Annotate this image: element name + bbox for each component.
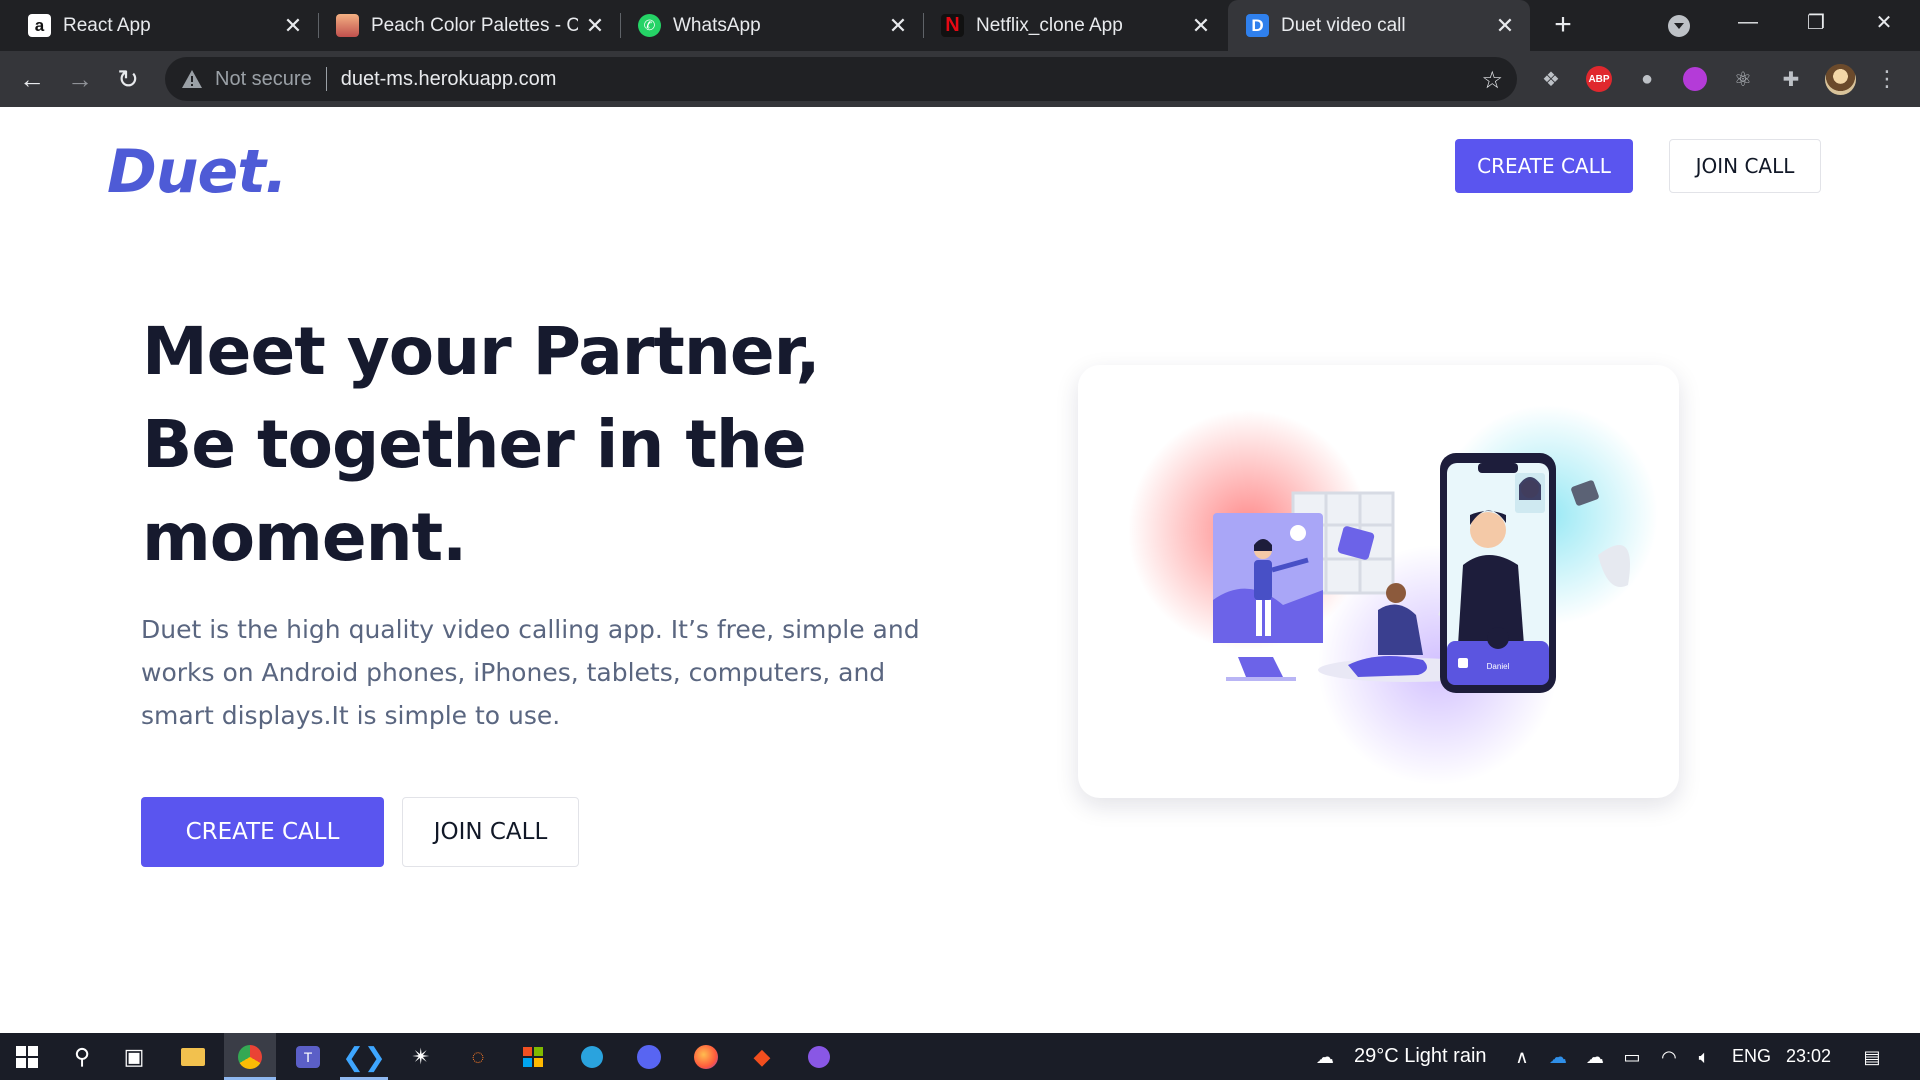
cloud-sync-icon[interactable]: ☁ — [1582, 1045, 1608, 1069]
minimize-icon[interactable]: — — [1714, 0, 1782, 44]
bookmark-star-icon[interactable]: ☆ — [1481, 66, 1503, 95]
tab-title: WhatsApp — [673, 14, 761, 36]
weather-text[interactable]: 29°C Light rain — [1354, 1033, 1487, 1080]
browser-tab-strip: a React App ✕ Peach Color Palettes - Col… — [0, 0, 1920, 51]
adblock-plus-icon[interactable]: ABP — [1586, 66, 1612, 92]
cloud-weather-icon[interactable]: ☁ — [1308, 1045, 1342, 1069]
microsoft-store-icon[interactable] — [517, 1041, 549, 1073]
hero-title: Meet your Partner, Be together in the mo… — [142, 305, 821, 584]
close-icon[interactable]: ✕ — [578, 13, 612, 39]
chevron-up-icon[interactable]: ∧ — [1509, 1045, 1535, 1069]
close-icon[interactable]: ✕ — [276, 13, 310, 39]
tab-netflix-clone[interactable]: N Netflix_clone App ✕ — [923, 0, 1226, 51]
onedrive-icon[interactable]: ☁ — [1545, 1045, 1571, 1069]
caller-name: Daniel — [1487, 662, 1510, 671]
tab-search-icon[interactable] — [1668, 15, 1690, 37]
netflix-icon: N — [941, 14, 964, 37]
search-icon[interactable]: ⚲ — [66, 1041, 98, 1073]
figma-icon[interactable]: ◆ — [746, 1041, 778, 1073]
duet-logo[interactable]: Duet. — [107, 137, 288, 207]
teams-icon[interactable]: T — [292, 1041, 324, 1073]
duet-d-icon: D — [1246, 14, 1269, 37]
palette-icon — [336, 14, 359, 37]
video-call-illustration-card: Daniel — [1078, 365, 1679, 798]
restore-icon[interactable]: ❐ — [1782, 0, 1850, 44]
wifi-icon[interactable]: ◠ — [1656, 1045, 1682, 1069]
header-join-call-button[interactable]: JOIN CALL — [1669, 139, 1821, 193]
profile-avatar[interactable] — [1825, 64, 1856, 95]
divider — [325, 67, 327, 91]
clock[interactable]: 23:02 — [1786, 1033, 1831, 1080]
extensions-puzzle-icon[interactable]: ✚ — [1776, 64, 1806, 94]
dropbox-icon[interactable]: ❖ — [1536, 64, 1566, 94]
hero-title-line: Be together in the — [142, 406, 807, 483]
whatsapp-icon: ✆ — [638, 14, 661, 37]
window-close-icon[interactable]: ✕ — [1850, 0, 1918, 44]
tab-title: Duet video call — [1281, 14, 1406, 36]
volume-icon[interactable]: 🔈︎ — [1691, 1045, 1717, 1069]
header-create-call-button[interactable]: CREATE CALL — [1455, 139, 1633, 193]
hero-create-call-button[interactable]: CREATE CALL — [141, 797, 384, 867]
tab-title: React App — [63, 14, 151, 36]
tab-whatsapp[interactable]: ✆ WhatsApp ✕ — [620, 0, 923, 51]
language-indicator[interactable]: ENG — [1732, 1033, 1771, 1080]
close-icon[interactable]: ✕ — [881, 13, 915, 39]
telegram-icon[interactable] — [576, 1041, 608, 1073]
back-icon[interactable]: ← — [12, 59, 52, 99]
hero-description: Duet is the high quality video calling a… — [141, 615, 920, 730]
tab-title: Peach Color Palettes - Col — [371, 14, 578, 36]
video-call-illustration: Daniel — [1128, 405, 1658, 785]
extension-purple-icon[interactable] — [1680, 64, 1710, 94]
tab-peach-color-palettes[interactable]: Peach Color Palettes - Col ✕ — [318, 0, 620, 51]
extension-mouse-icon[interactable]: ● — [1632, 64, 1662, 94]
chrome-icon[interactable] — [234, 1041, 266, 1073]
warning-icon[interactable] — [181, 69, 203, 89]
file-explorer-icon[interactable] — [177, 1041, 209, 1073]
hero-title-line: moment. — [142, 499, 467, 576]
react-devtools-icon[interactable]: ⚛ — [1728, 64, 1758, 94]
address-bar[interactable]: Not secure duet-ms.herokuapp.com ☆ — [165, 57, 1517, 101]
discord-icon[interactable] — [633, 1041, 665, 1073]
tab-react-app[interactable]: a React App ✕ — [0, 0, 318, 51]
url-text[interactable]: duet-ms.herokuapp.com — [341, 68, 557, 91]
forward-icon[interactable]: → — [60, 59, 100, 99]
security-label[interactable]: Not secure — [215, 68, 312, 91]
windows-taskbar: ⚲ ▣ T ❮❯ ✴ ◌ ◆ ☁ 29°C Light rain ∧ ☁ ☁ ▭… — [0, 1033, 1920, 1080]
spider-app-icon[interactable]: ✴ — [405, 1041, 437, 1073]
hero-title-line: Meet your Partner, — [142, 313, 821, 390]
tab-title: Netflix_clone App — [976, 14, 1123, 36]
close-icon[interactable]: ✕ — [1184, 13, 1218, 39]
close-icon[interactable]: ✕ — [1488, 13, 1522, 39]
hero-join-call-button[interactable]: JOIN CALL — [402, 797, 579, 867]
reload-icon[interactable]: ↻ — [108, 59, 148, 99]
notifications-icon[interactable]: ▤ — [1857, 1045, 1887, 1069]
windows-start-icon[interactable] — [11, 1041, 43, 1073]
github-desktop-icon[interactable] — [803, 1041, 835, 1073]
vscode-icon[interactable]: ❮❯ — [342, 1041, 386, 1073]
task-view-icon[interactable]: ▣ — [118, 1041, 150, 1073]
jupyter-icon[interactable]: ◌ — [462, 1041, 494, 1073]
battery-icon[interactable]: ▭ — [1619, 1045, 1645, 1069]
tab-duet-video-call[interactable]: D Duet video call ✕ — [1228, 0, 1530, 51]
react-a-icon: a — [28, 14, 51, 37]
browser-toolbar: ← → ↻ Not secure duet-ms.herokuapp.com ☆… — [0, 51, 1920, 107]
page-content: Duet. CREATE CALL JOIN CALL Meet your Pa… — [0, 107, 1920, 1033]
firefox-icon[interactable] — [690, 1041, 722, 1073]
new-tab-button[interactable]: + — [1545, 8, 1581, 44]
menu-kebab-icon[interactable]: ⋮ — [1872, 64, 1902, 94]
